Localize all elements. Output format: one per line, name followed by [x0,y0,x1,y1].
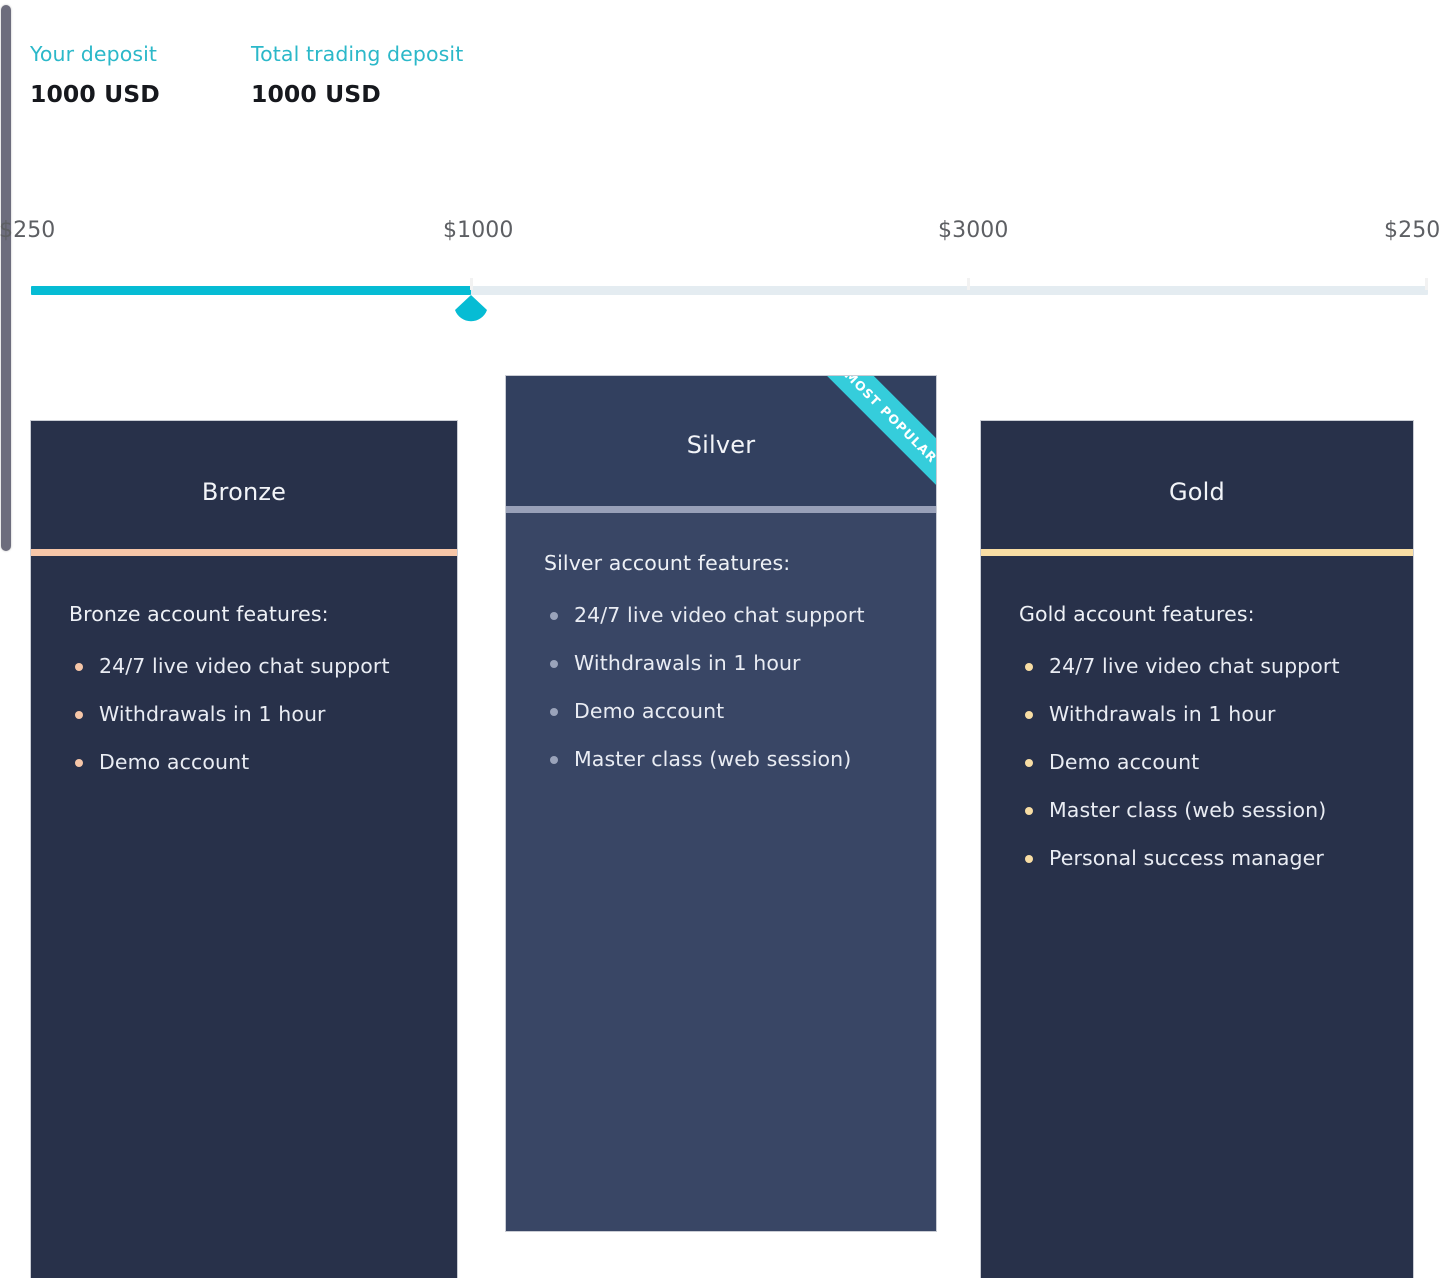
plan-body-silver: Silver account features: 24/7 live video… [506,513,936,1231]
bullet-icon [1025,759,1033,767]
slider-tick-mark-2 [967,278,970,290]
deposit-summary: Your deposit 1000 USD Total trading depo… [0,40,1440,130]
feature-item: Withdrawals in 1 hour [1019,700,1375,728]
feature-label: Withdrawals in 1 hour [99,702,326,726]
slider-tick-label-3: $25000 [1384,218,1440,243]
plan-card-gold[interactable]: Gold Gold account features: 24/7 live vi… [980,420,1414,1278]
feature-item: Withdrawals in 1 hour [544,649,898,677]
slider-track-area[interactable] [31,273,1428,322]
features-list-silver: 24/7 live video chat support Withdrawals… [544,601,898,773]
bullet-icon [1025,855,1033,863]
feature-item: 24/7 live video chat support [544,601,898,629]
feature-label: Demo account [1049,750,1200,774]
feature-label: Demo account [574,699,725,723]
feature-label: Master class (web session) [1049,798,1327,822]
feature-item: 24/7 live video chat support [1019,652,1375,680]
bullet-icon [550,660,558,668]
features-list-gold: 24/7 live video chat support Withdrawals… [1019,652,1375,872]
slider-tick-label-2: $3000 [938,218,1009,243]
bullet-icon [550,756,558,764]
features-title-silver: Silver account features: [544,551,791,575]
plan-card-header-silver: Silver MOST POPULAR [506,376,936,506]
plan-card-header-bronze: Bronze [31,421,457,549]
total-trading-deposit-block: Total trading deposit 1000 USD [251,40,463,108]
bullet-icon [550,708,558,716]
feature-label: Demo account [99,750,250,774]
plan-accent-divider-silver [506,506,936,513]
feature-label: 24/7 live video chat support [99,654,390,678]
total-trading-deposit-value: 1000 USD [251,80,381,108]
slider-tick-label-0: $250 [0,218,56,243]
your-deposit-label: Your deposit [30,42,158,66]
plan-card-silver[interactable]: Silver MOST POPULAR Silver account featu… [505,375,937,1232]
feature-item: Demo account [1019,748,1375,776]
deposit-slider[interactable]: $250 $1000 $3000 $25000 [0,215,1440,335]
slider-fill [31,286,472,295]
total-trading-deposit-label: Total trading deposit [251,42,464,66]
slider-tick-mark-1 [470,278,473,290]
slider-tick-label-1: $1000 [443,218,514,243]
feature-label: Withdrawals in 1 hour [574,651,801,675]
slider-handle[interactable] [454,295,488,327]
slider-tick-mark-3 [1425,278,1428,290]
bullet-icon [1025,807,1033,815]
feature-label: 24/7 live video chat support [1049,654,1340,678]
plan-title-silver: Silver [686,431,756,459]
plan-body-bronze: Bronze account features: 24/7 live video… [31,556,457,1278]
feature-label: Withdrawals in 1 hour [1049,702,1276,726]
feature-label: Personal success manager [1049,846,1324,870]
your-deposit-value: 1000 USD [30,80,160,108]
plan-accent-divider-bronze [31,549,457,556]
feature-item: Demo account [544,697,898,725]
bullet-icon [550,612,558,620]
plan-title-bronze: Bronze [201,478,287,506]
feature-item: Personal success manager [1019,844,1375,872]
features-title-bronze: Bronze account features: [69,602,329,626]
bullet-icon [75,663,83,671]
feature-item: Withdrawals in 1 hour [69,700,419,728]
features-title-gold: Gold account features: [1019,602,1255,626]
bullet-icon [75,711,83,719]
plan-title-gold: Gold [1169,478,1225,506]
plan-card-header-gold: Gold [981,421,1413,549]
your-deposit-block: Your deposit 1000 USD [30,40,160,108]
feature-item: Demo account [69,748,419,776]
feature-item: 24/7 live video chat support [69,652,419,680]
plan-accent-divider-gold [981,549,1413,556]
feature-item: Master class (web session) [544,745,898,773]
feature-label: Master class (web session) [574,747,852,771]
bullet-icon [75,759,83,767]
bullet-icon [1025,663,1033,671]
features-list-bronze: 24/7 live video chat support Withdrawals… [69,652,419,776]
slider-tick-labels: $250 $1000 $3000 $25000 [0,215,1440,255]
plan-card-bronze[interactable]: Bronze Bronze account features: 24/7 liv… [30,420,458,1278]
plan-body-gold: Gold account features: 24/7 live video c… [981,556,1413,1278]
bullet-icon [1025,711,1033,719]
feature-item: Master class (web session) [1019,796,1375,824]
deposit-plan-page: Your deposit 1000 USD Total trading depo… [0,0,1440,1278]
feature-label: 24/7 live video chat support [574,603,865,627]
